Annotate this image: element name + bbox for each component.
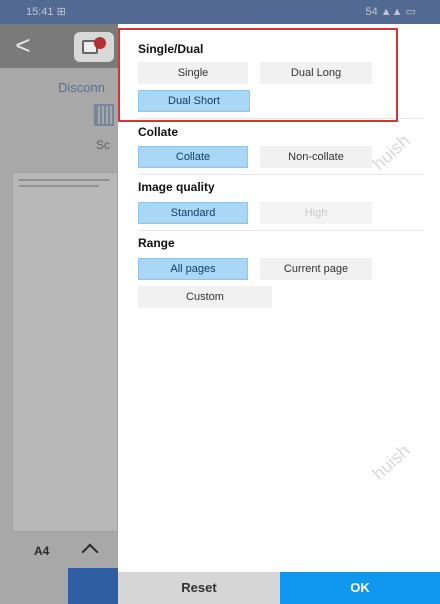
ok-button[interactable]: OK (280, 572, 440, 604)
preview-text-line (19, 185, 99, 187)
single-dual-title: Single/Dual (138, 42, 204, 56)
section-divider (138, 118, 424, 119)
option-collate[interactable]: Collate (138, 146, 248, 168)
option-high[interactable]: High (260, 202, 372, 224)
printer-app-icon[interactable] (74, 32, 114, 62)
reset-button[interactable]: Reset (118, 572, 280, 604)
preview-text-line (19, 179, 109, 181)
back-arrow-icon[interactable]: < (8, 30, 38, 60)
status-time: 15:41 ⊞ (26, 6, 66, 18)
print-button[interactable] (68, 568, 122, 604)
paper-size-label: A4 (34, 544, 50, 558)
connection-status: Disconn (58, 80, 105, 95)
status-indicators: 54 ▲▲ ▭ (365, 6, 416, 18)
option-custom[interactable]: Custom (138, 286, 272, 308)
option-dual-short[interactable]: Dual Short (138, 90, 250, 112)
watermark-text: huish (368, 130, 414, 174)
range-title: Range (138, 236, 175, 250)
option-all-pages[interactable]: All pages (138, 258, 248, 280)
status-bar: 15:41 ⊞ 54 ▲▲ ▭ (0, 0, 440, 24)
qr-code-icon (94, 104, 114, 126)
option-non-collate[interactable]: Non-collate (260, 146, 372, 168)
image-quality-title: Image quality (138, 180, 215, 194)
scan-label: Sc (96, 138, 111, 152)
section-divider (138, 174, 424, 175)
option-dual-long[interactable]: Dual Long (260, 62, 372, 84)
option-single[interactable]: Single (138, 62, 248, 84)
collate-title: Collate (138, 125, 179, 139)
section-divider (138, 230, 424, 231)
option-standard[interactable]: Standard (138, 202, 248, 224)
page-preview (12, 172, 118, 532)
record-dot-icon (94, 37, 106, 49)
watermark-text: huish (368, 440, 414, 484)
option-current-page[interactable]: Current page (260, 258, 372, 280)
chevron-up-icon[interactable] (80, 538, 100, 558)
print-settings-panel: huish huish Single/Dual Single Dual Long… (118, 24, 440, 604)
